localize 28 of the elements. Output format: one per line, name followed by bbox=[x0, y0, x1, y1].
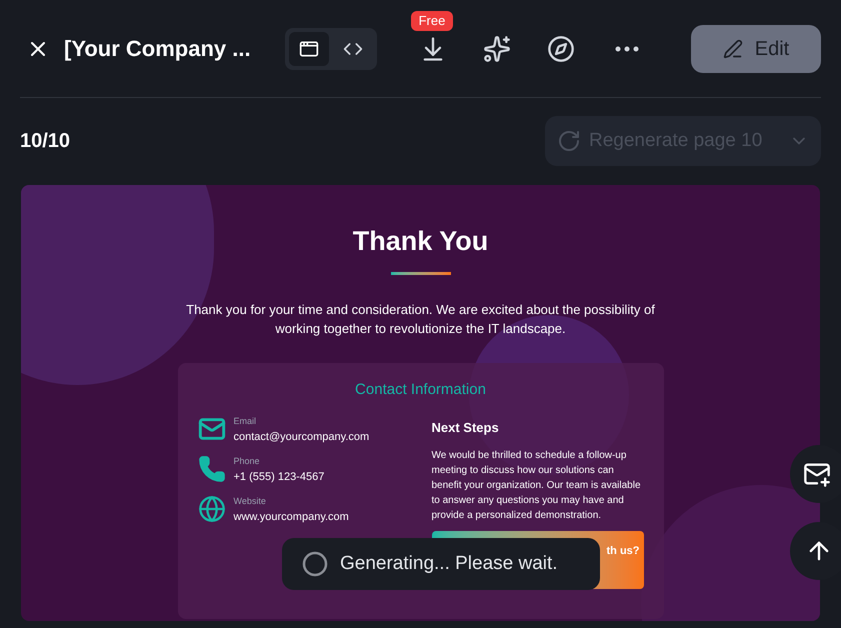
contact-value: contact@yourcompany.com bbox=[234, 430, 370, 444]
gradient-underline bbox=[390, 272, 450, 274]
next-steps-text: We would be thrilled to schedule a follow-up meeting to discuss how our solutions can benefit your organization. Our team is available to answer any questions you may have and provide a personalized demonstration. bbox=[432, 448, 642, 522]
pencil-icon bbox=[722, 38, 743, 58]
slide-title: Thank You bbox=[352, 225, 488, 258]
preview-tab[interactable] bbox=[288, 32, 329, 66]
refresh-icon bbox=[557, 129, 581, 153]
contact-value: www.yourcompany.com bbox=[234, 510, 349, 524]
page-counter: 10/10 bbox=[20, 129, 70, 154]
free-badge: Free bbox=[410, 10, 454, 30]
contact-label: Email bbox=[234, 415, 258, 428]
contact-heading: Contact Information bbox=[354, 380, 487, 400]
contact-label: Website bbox=[234, 495, 267, 508]
intro-paragraph: Thank you for your time and consideration. We are excited about the possibility of working together to revolutionize the IT landscape. bbox=[185, 300, 656, 338]
compass-icon bbox=[546, 34, 575, 62]
browser-window-icon bbox=[298, 38, 319, 58]
contact-label: Phone bbox=[234, 455, 261, 468]
spinner-icon bbox=[302, 551, 328, 577]
phone-icon bbox=[198, 455, 226, 483]
globe-icon bbox=[198, 495, 226, 523]
more-icon bbox=[614, 46, 639, 52]
contact-value: +1 (555) 123-4567 bbox=[234, 470, 324, 484]
edit-button[interactable]: Edit bbox=[691, 24, 821, 72]
sparkle-icon bbox=[482, 34, 511, 62]
next-steps-heading: Next Steps bbox=[432, 419, 500, 437]
toast-text: Generating... Please wait. bbox=[340, 552, 558, 576]
document-title: [Your Company ... bbox=[64, 35, 251, 63]
envelope-icon bbox=[198, 415, 226, 443]
